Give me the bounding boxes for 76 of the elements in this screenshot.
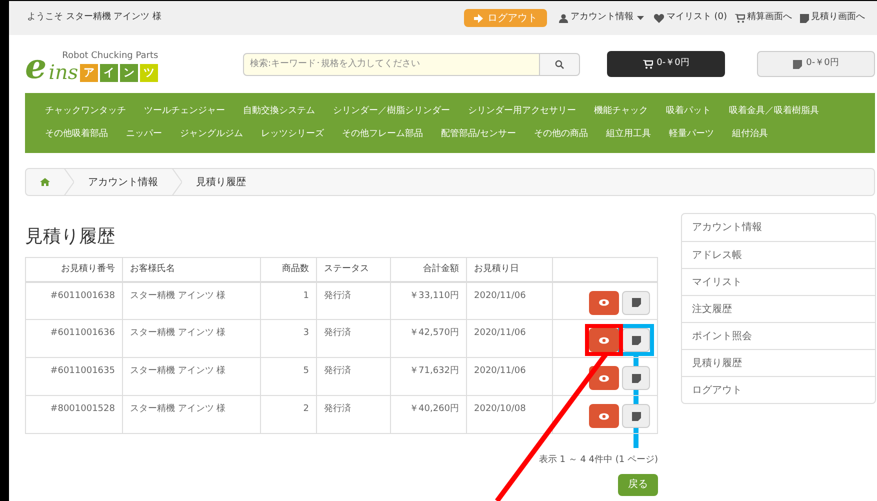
- nav-link[interactable]: その他の商品: [534, 128, 588, 142]
- table-cell: #6011001638: [26, 282, 122, 320]
- column-header: お見積り番号: [26, 258, 122, 282]
- logo-kana: ア: [80, 64, 98, 82]
- nav-link[interactable]: 吸着パット: [666, 104, 711, 118]
- breadcrumb-link[interactable]: アカウント情報: [74, 174, 172, 190]
- breadcrumb-link[interactable]: 見積り履歴: [182, 174, 260, 190]
- table-cell: 発行済: [316, 282, 390, 320]
- header-link[interactable]: 見積り画面へ: [800, 11, 865, 25]
- table-cell: #6011001635: [26, 358, 122, 396]
- nav-link[interactable]: その他吸着部品: [45, 128, 108, 142]
- nav-link[interactable]: 吸着金具／吸着樹脂具: [729, 104, 819, 118]
- table-cell: 発行済: [316, 358, 390, 396]
- column-header: 商品数: [260, 258, 316, 282]
- pagination-info: 表示 1 ～ 4 4件中 (1 ページ): [538, 454, 658, 467]
- table-cell: スター精機 アインツ 様: [122, 320, 260, 358]
- nav-link[interactable]: 自動交換システム: [243, 104, 315, 118]
- column-header: ステータス: [316, 258, 390, 282]
- nav-link[interactable]: ジャングルジム: [180, 128, 243, 142]
- table-cell: ￥33,110円: [390, 282, 466, 320]
- nav-link[interactable]: シリンダー／樹脂シリンダー: [333, 104, 450, 118]
- logo-kana: ツ: [140, 64, 158, 82]
- nav-link[interactable]: シリンダー用アクセサリー: [468, 104, 576, 118]
- logo-kana: ン: [120, 64, 138, 82]
- table-cell: 2: [260, 396, 316, 434]
- nav-link[interactable]: チャックワンタッチ: [45, 104, 126, 118]
- logo-letter: e: [25, 52, 47, 82]
- header-link[interactable]: 精算画面へ: [735, 11, 792, 25]
- table-cell: 2020/11/06: [466, 320, 552, 358]
- table-cell: 3: [260, 320, 316, 358]
- logout-button[interactable]: ログアウト: [464, 9, 548, 27]
- sidebar-item[interactable]: 見積り履歴: [682, 349, 875, 376]
- sidebar-item[interactable]: アドレス帳: [682, 241, 875, 268]
- table-cell: ￥71,632円: [390, 358, 466, 396]
- table-cell: 2020/11/06: [466, 358, 552, 396]
- table-cell: 5: [260, 358, 316, 396]
- table-cell: 2020/11/06: [466, 282, 552, 320]
- nav-link[interactable]: 組付治具: [732, 128, 768, 142]
- header-link[interactable]: アカウント情報: [559, 11, 634, 25]
- table-cell: #6011001636: [26, 320, 122, 358]
- nav-link[interactable]: ニッパー: [126, 128, 162, 142]
- nav-link[interactable]: その他フレーム部品: [342, 128, 423, 142]
- nav-link[interactable]: 組立用工具: [606, 128, 652, 142]
- sidebar-item[interactable]: 注文履歴: [682, 295, 875, 322]
- cart-button[interactable]: 0-￥0円: [607, 51, 725, 77]
- table-cell: スター精機 アインツ 様: [122, 358, 260, 396]
- nav-link[interactable]: ツールチェンジャー: [144, 104, 225, 118]
- logo-kana: イ: [100, 64, 118, 82]
- nav-link[interactable]: レッツシリーズ: [261, 128, 324, 142]
- search-field[interactable]: 検索:キーワード･規格を入力してください: [243, 52, 540, 76]
- sidebar-item[interactable]: ログアウト: [682, 376, 875, 403]
- table-cell: 2020/10/08: [466, 396, 552, 434]
- table-cell: スター精機 アインツ 様: [122, 396, 260, 434]
- nav-link[interactable]: 機能チャック: [594, 104, 648, 118]
- table-cell: ￥40,260円: [390, 396, 466, 434]
- logo-word: ins: [48, 62, 78, 82]
- sidebar-item[interactable]: ポイント照会: [682, 322, 875, 349]
- nav-link[interactable]: 軽量パーツ: [669, 128, 714, 142]
- column-header: 合計金額: [390, 258, 466, 282]
- sidebar-item[interactable]: アカウント情報: [682, 214, 875, 241]
- table-cell: スター精機 アインツ 様: [122, 282, 260, 320]
- page-title: 見積り履歴: [25, 225, 116, 249]
- table-cell: 発行済: [316, 320, 390, 358]
- quote-cart-button[interactable]: 0-￥0円: [757, 51, 875, 77]
- header-link[interactable]: マイリスト (0): [654, 11, 727, 25]
- table-cell: #8001001528: [26, 396, 122, 434]
- logo-tagline: Robot Chucking Parts: [62, 50, 158, 62]
- sidebar-item[interactable]: マイリスト: [682, 268, 875, 295]
- nav-link[interactable]: 配管部品/センサー: [441, 128, 516, 142]
- back-button[interactable]: 戻る: [618, 474, 658, 496]
- welcome-text: ようこそ スター精機 アインツ 様: [27, 11, 162, 24]
- column-header: お客様氏名: [122, 258, 260, 282]
- table-cell: 1: [260, 282, 316, 320]
- column-header: お見積り日: [466, 258, 552, 282]
- table-cell: ￥42,570円: [390, 320, 466, 358]
- table-cell: 発行済: [316, 396, 390, 434]
